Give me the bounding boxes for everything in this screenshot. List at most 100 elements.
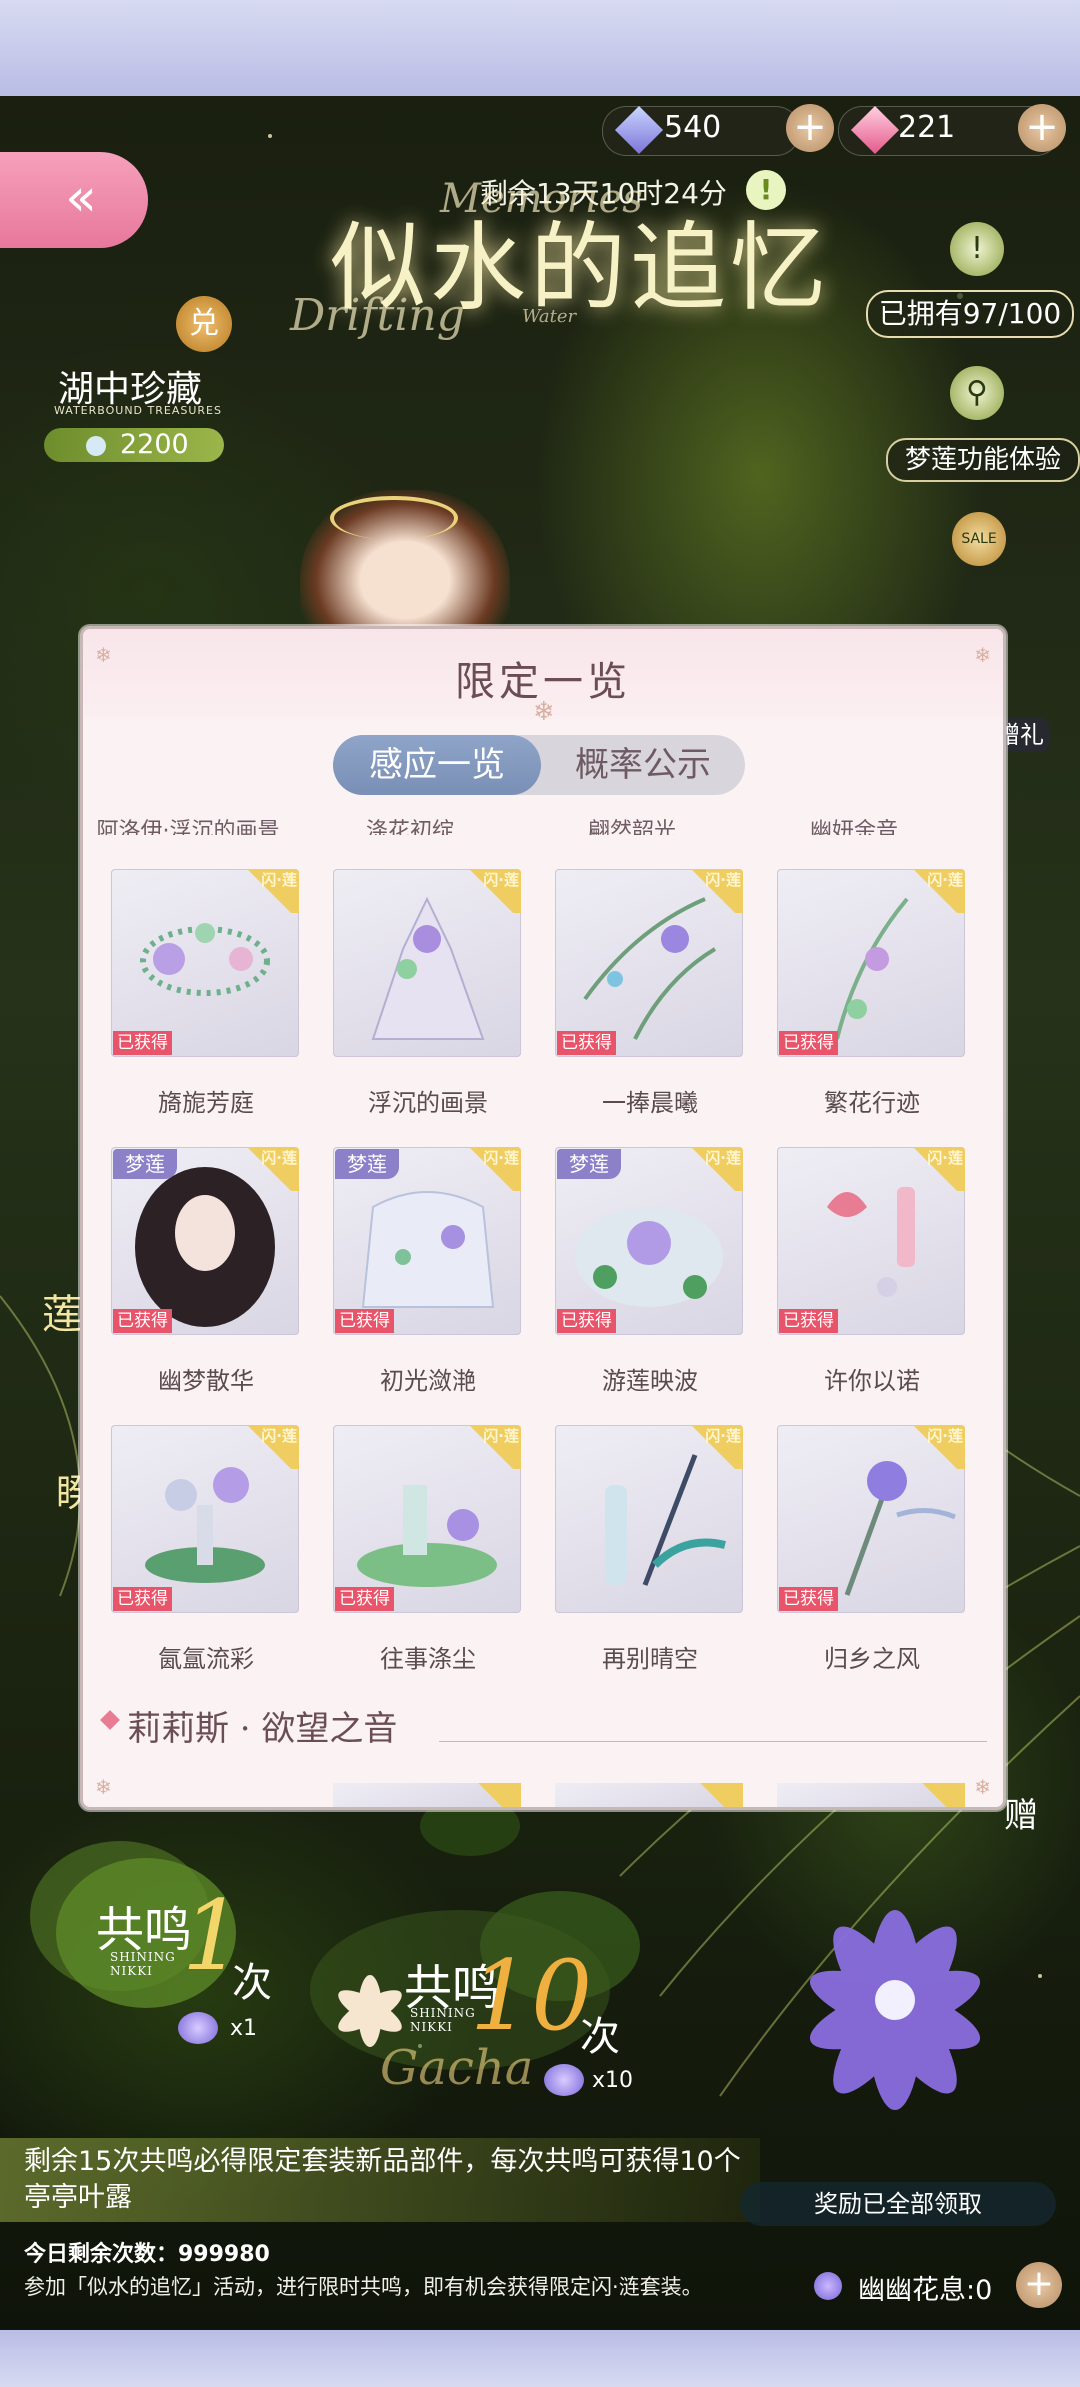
alert-icon[interactable]: !: [950, 222, 1004, 276]
item-name: 氤氲流彩: [158, 1645, 254, 1673]
obtained-badge: 已获得: [779, 1309, 838, 1333]
item-card[interactable]: 闪·莲 已获得: [333, 1425, 521, 1613]
item-name: 繁花行迹: [824, 1089, 920, 1117]
tab-overview[interactable]: 感应一览: [333, 735, 541, 795]
gift-deco-text: 赠: [1004, 1796, 1038, 1836]
add-pink-diamond-button[interactable]: +: [1018, 104, 1066, 152]
item-card[interactable]: 闪·莲 梦莲 已获得: [555, 1147, 743, 1335]
obtained-badge: 已获得: [113, 1587, 172, 1611]
purple-lotus-icon: [809, 1910, 981, 2110]
list-item-name: 涤花初绽: [365, 819, 454, 835]
single-pull-cost: x1: [230, 2016, 258, 2041]
back-arrow-icon: «: [65, 168, 97, 228]
single-pull-en: SHINING NIKKI: [110, 1950, 176, 1978]
panel-title: 限定一览: [455, 659, 631, 705]
flower-essence-icon: [814, 2272, 842, 2300]
feature-trial-button[interactable]: 梦莲功能体验: [886, 438, 1080, 482]
treasure-coin-value: 2200: [120, 429, 189, 460]
obtained-badge: 已获得: [113, 1309, 172, 1333]
item-card[interactable]: 闪·莲 已获得: [777, 869, 965, 1057]
lotus-ticket-icon: [544, 2064, 584, 2096]
section-title: 莉莉斯 · 欲望之音: [100, 1701, 398, 1750]
exchange-badge[interactable]: 兑: [176, 296, 232, 352]
list-item-name: 阿洛伊·浮沉的画景: [96, 819, 280, 835]
owned-counter: 已拥有97/100: [866, 290, 1074, 338]
ten-pull-count: 10: [470, 1940, 593, 2052]
item-card[interactable]: 闪·莲: [555, 1425, 743, 1613]
card-corner-label: 闪·莲: [261, 1427, 297, 1445]
item-card[interactable]: 闪·莲 已获得: [777, 1147, 965, 1335]
item-name: 幽梦散华: [158, 1367, 254, 1395]
panel-tabs: 感应一览 概率公示: [333, 735, 745, 795]
obtained-badge: 已获得: [335, 1309, 394, 1333]
item-card[interactable]: 闪·莲 已获得: [111, 869, 299, 1057]
obtained-badge: 已获得: [557, 1031, 616, 1055]
item-card-partial[interactable]: [777, 1783, 965, 1807]
lotus-ticket-icon: [178, 2012, 218, 2044]
ten-pull-cost: x10: [592, 2068, 634, 2093]
magnifier-icon[interactable]: ⚲: [950, 366, 1004, 420]
sale-bag-icon[interactable]: SALE: [952, 512, 1006, 566]
card-corner-label: 闪·莲: [705, 1427, 741, 1445]
single-pull-unit: 次: [232, 1960, 272, 2006]
obtained-badge: 已获得: [335, 1587, 394, 1611]
event-title-en-2: Drifting: [290, 290, 465, 341]
item-name: 归乡之风: [824, 1645, 920, 1673]
item-name: 一捧晨曦: [602, 1089, 698, 1117]
card-corner-label: 闪·莲: [483, 871, 519, 889]
card-corner-label: 闪·莲: [705, 871, 741, 889]
add-flower-essence-button[interactable]: +: [1016, 2262, 1062, 2308]
obtained-badge: 已获得: [779, 1587, 838, 1611]
event-title-en-3: Water: [522, 306, 577, 327]
item-name: 浮沉的画景: [368, 1089, 488, 1117]
card-corner-label: 闪·莲: [483, 1427, 519, 1445]
card-corner-label: 闪·莲: [483, 1149, 519, 1167]
today-remaining-count: 今日剩余次数：999980: [24, 2242, 270, 2267]
snowflake-icon: ❄: [95, 1775, 112, 1799]
item-card[interactable]: 闪·莲 梦莲 已获得: [333, 1147, 521, 1335]
back-button[interactable]: «: [0, 152, 148, 248]
item-name: 初光潋滟: [380, 1367, 476, 1395]
card-corner-badge: [451, 1783, 521, 1807]
character-tiara: [330, 496, 458, 540]
obtained-badge: 已获得: [557, 1309, 616, 1333]
left-deco-text: 莲: [42, 1292, 82, 1338]
limited-overview-panel: ❄ ❄ ❄ 限定一览 感应一览 概率公示 阿洛伊·浮沉的画景 涤花初绽 翩然韶光…: [80, 626, 1006, 1810]
treasure-label-en: WATERBOUND TREASURES: [54, 404, 222, 417]
card-corner-badge: [673, 1783, 743, 1807]
item-card-partial[interactable]: [555, 1783, 743, 1807]
white-lotus-icon: [338, 1975, 402, 2047]
item-card[interactable]: 闪·莲 已获得: [555, 869, 743, 1057]
event-description: 参加「似水的追忆」活动，进行限时共鸣，即有机会获得限定闪·涟套装。: [24, 2275, 703, 2299]
guarantee-text: 剩余15次共鸣必得限定套装新品部件，每次共鸣可获得10个亭亭叶露: [24, 2146, 741, 2213]
item-card-partial[interactable]: [333, 1783, 521, 1807]
flower-essence-counter: 幽幽花息:0: [858, 2275, 993, 2306]
lotus-tag: 梦莲: [335, 1149, 399, 1179]
card-corner-label: 闪·莲: [927, 1427, 963, 1445]
section-divider: [439, 1741, 987, 1742]
guarantee-banner: 剩余15次共鸣必得限定套装新品部件，每次共鸣可获得10个亭亭叶露: [0, 2138, 760, 2222]
rewards-claimed-button[interactable]: 奖励已全部领取: [740, 2182, 1056, 2226]
item-card[interactable]: 闪·莲: [333, 869, 521, 1057]
item-card[interactable]: 闪·莲 梦莲 已获得: [111, 1147, 299, 1335]
obtained-badge: 已获得: [779, 1031, 838, 1055]
pink-diamond-value: 221: [898, 110, 956, 145]
section-title-text: 莉莉斯 · 欲望之音: [127, 1709, 398, 1749]
bottom-strip: [0, 2330, 1080, 2387]
lotus-tag: 梦莲: [557, 1149, 621, 1179]
lotus-tag: 梦莲: [113, 1149, 177, 1179]
item-name: 往事涤尘: [380, 1645, 476, 1673]
item-card[interactable]: 闪·莲 已获得: [111, 1425, 299, 1613]
card-corner-badge: [895, 1783, 965, 1807]
lotus-coin-icon: [86, 436, 106, 456]
item-card[interactable]: 闪·莲 已获得: [777, 1425, 965, 1613]
list-item-name: 幽妍余音: [809, 819, 898, 835]
ten-pull-unit: 次: [580, 2014, 620, 2060]
tab-probability[interactable]: 概率公示: [543, 735, 743, 795]
blue-diamond-value: 540: [664, 110, 722, 145]
add-blue-diamond-button[interactable]: +: [786, 104, 834, 152]
card-corner-label: 闪·莲: [705, 1149, 741, 1167]
card-corner-label: 闪·莲: [261, 1149, 297, 1167]
item-name: 许你以诺: [824, 1367, 920, 1395]
item-name: 旖旎芳庭: [158, 1089, 254, 1117]
